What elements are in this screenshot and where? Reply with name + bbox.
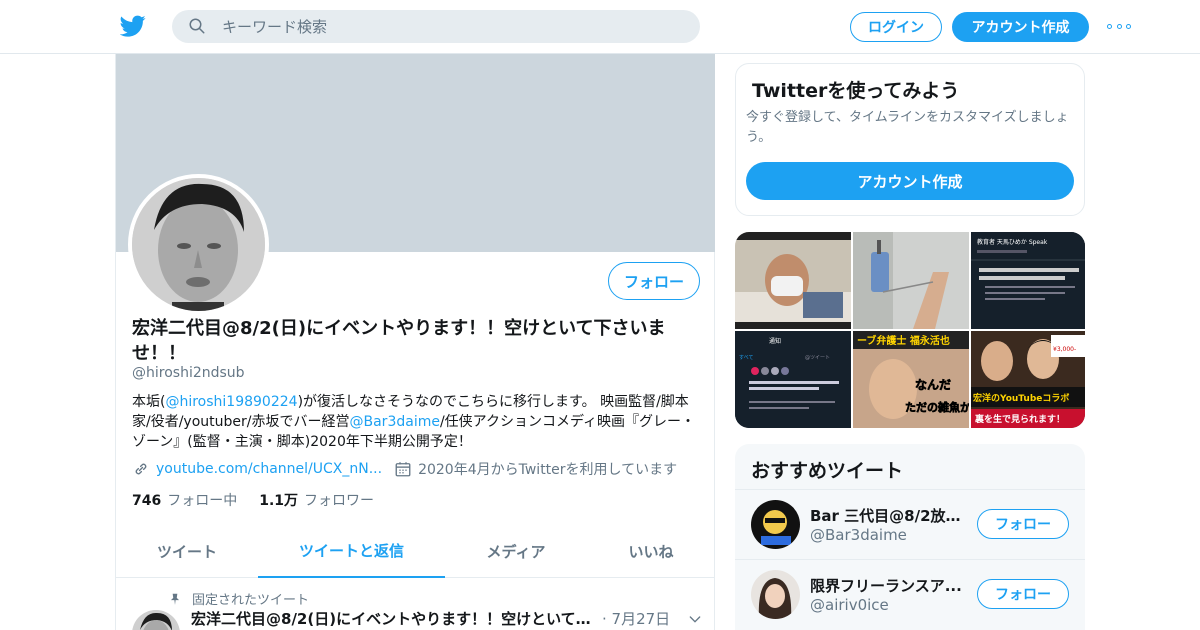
iv-drip-image [853,232,969,329]
pin-icon [170,593,180,605]
tweet-author-name[interactable]: 宏洋二代目@8/2(日)にイベントやります！！空けといて下さいませ！！ [191,608,596,629]
followers-count-link[interactable]: 1.1万 フォロワー [259,490,374,510]
link-icon [135,463,147,475]
media-thumbnail[interactable]: ーブ弁護士 福永活也 なんだ ただの雑魚か [853,331,969,428]
tab-all-text: すべて [739,355,753,361]
face-photo-icon [132,610,180,630]
media-thumbnail[interactable]: 教育者 天馬ひめか Speak [971,232,1085,329]
profile-tabs: ツイート ツイートと返信 メディア いいね [116,524,715,578]
top-navigation-bar: ログイン アカウント作成 [0,0,1200,54]
media-thumbnail[interactable] [735,232,851,329]
recommended-tweets-panel: おすすめツイート Bar 三代目@8/2放送... @Bar3daime フォロ… [735,444,1085,630]
signup-card-button[interactable]: アカウント作成 [746,162,1074,200]
recommended-user-row[interactable]: 限界フリーランスア... @airiv0ice フォロー [735,559,1085,629]
profile-website-link[interactable]: youtube.com/channel/UCX_nN... [156,461,382,477]
follow-button[interactable]: フォロー [608,262,700,300]
lawyer-name-text: ーブ弁護士 福永活也 [857,334,950,347]
login-button[interactable]: ログイン [850,12,942,42]
app-screen-image: 通知 すべて @ツイート [735,331,851,428]
blocked-title-text: 教育者 天馬ひめか Speak [977,238,1048,246]
tab-mention-text: @ツイート [805,355,830,361]
calendar-icon [395,462,411,477]
more-options-icon[interactable] [1107,18,1131,34]
recommended-follow-button[interactable]: フォロー [977,579,1069,609]
chevron-down-icon[interactable] [687,611,703,627]
tab-media[interactable]: メディア [445,524,587,578]
pinned-label-text: 固定されたツイート [192,593,310,608]
following-count-link[interactable]: 746 フォロー中 [132,490,237,510]
profile-joined-date: 2020年4月からTwitterを利用しています [418,462,678,478]
woman-avatar-image [751,570,800,619]
tab-likes[interactable]: いいね [587,524,715,578]
bio-text: 本垢( [132,394,166,410]
media-thumbnail[interactable]: 通知 すべて @ツイート [735,331,851,428]
recommended-follow-button[interactable]: フォロー [977,509,1069,539]
profile-meta: youtube.com/channel/UCX_nN... 2020年4月からT… [132,459,677,479]
profile-column: フォロー 宏洋二代目@8/2(日)にイベントやります！！空けといて下さいませ！！… [115,54,715,630]
profile-handle: @hiroshi2ndsub [132,365,245,381]
profile-avatar[interactable] [128,174,269,315]
signup-card-title: Twitterを使ってみよう [752,80,960,102]
following-count: 746 [132,493,162,509]
recommended-user-avatar[interactable] [751,500,800,549]
tab-tweets[interactable]: ツイート [116,524,258,578]
profile-counts: 746 フォロー中 1.1万 フォロワー [132,490,396,510]
recommended-user-handle[interactable]: @airiv0ice [810,596,889,614]
search-box[interactable] [172,10,700,43]
followers-label: フォロワー [304,493,375,509]
media-thumbnail[interactable] [853,232,969,329]
profile-bio: 本垢(@hiroshi19890224)が復活しなさそうなのでこちらに移行します… [132,392,702,452]
photos-and-videos-grid: 教育者 天馬ひめか Speak 通知 すべて @ツイート ーブ弁護士 福永活也 [735,232,1085,428]
recommended-user-row[interactable]: Bar 三代目@8/2放送... @Bar3daime フォロー [735,489,1085,559]
pinned-tweet-label: 固定されたツイート [168,589,309,608]
signup-card: Twitterを使ってみよう 今すぐ登録して、タイムラインをカスタマイズしましょ… [735,63,1085,216]
price-text: ¥3,000- [1053,346,1076,353]
signup-button[interactable]: アカウント作成 [952,12,1089,42]
search-icon [189,18,205,34]
followers-count: 1.1万 [259,493,299,509]
recommended-user-avatar[interactable] [751,570,800,619]
profile-display-name: 宏洋二代目@8/2(日)にイベントやります！！空けといて下さいませ！！ [132,318,666,364]
recommended-title: おすすめツイート [751,460,904,482]
media-thumbnail[interactable]: ¥3,000- 宏洋のYouTubeコラボ 裏を生で見られます！ [971,331,1085,428]
twitter-bird-icon[interactable] [120,13,146,39]
following-label: フォロー中 [167,493,238,509]
bio-mention-link[interactable]: @Bar3daime [350,414,440,430]
recommended-user-handle[interactable]: @Bar3daime [810,526,907,544]
tweet-date[interactable]: · 7月27日 [602,608,670,629]
collab-thumbnail-image: ¥3,000- 宏洋のYouTubeコラボ 裏を生で見られます！ [971,331,1085,428]
tab-tweets-and-replies[interactable]: ツイートと返信 [258,524,445,578]
bar-avatar-image [751,500,800,549]
face-photo-icon [132,178,265,311]
lawyer-thumbnail-image: ーブ弁護士 福永活也 なんだ ただの雑魚か [853,331,969,428]
search-input[interactable] [222,10,682,43]
bio-mention-link[interactable]: @hiroshi19890224 [165,394,297,410]
tada-text: ただの雑魚か [905,400,969,414]
recommended-user-name[interactable]: 限界フリーランスア... [810,575,970,596]
recommended-user-name[interactable]: Bar 三代目@8/2放送... [810,505,970,526]
blocked-screen-image: 教育者 天馬ひめか Speak [971,232,1085,329]
collab-title-text: 宏洋のYouTubeコラボ [973,392,1069,404]
pinned-tweet-header[interactable]: 宏洋二代目@8/2(日)にイベントやります！！空けといて下さいませ！！ · 7月… [191,608,711,629]
tweet-author-avatar[interactable] [132,610,180,630]
signup-card-description: 今すぐ登録して、タイムラインをカスタマイズしましょう。 [746,110,1069,145]
hospital-selfie-image [735,232,851,329]
nanda-text: なんだ [915,378,951,392]
collab-subtitle-text: 裏を生で見られます！ [974,413,1065,425]
notification-title-text: 通知 [769,337,781,345]
